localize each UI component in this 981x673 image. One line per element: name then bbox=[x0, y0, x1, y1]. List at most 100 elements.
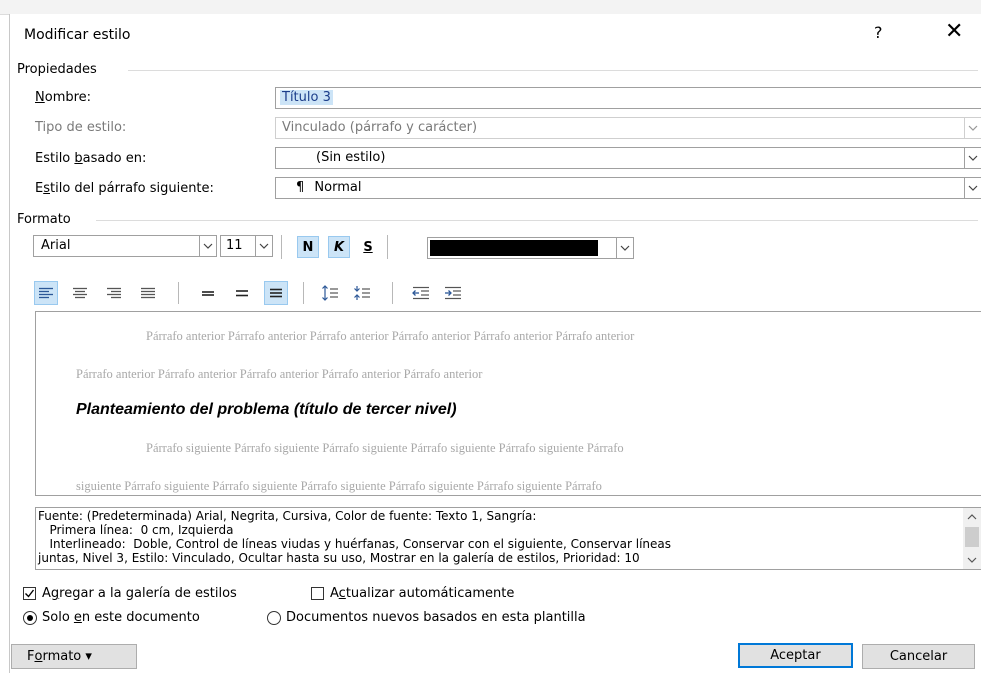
decrease-paragraph-spacing-button[interactable] bbox=[350, 281, 374, 305]
based-on-dropdown-button[interactable] bbox=[964, 148, 981, 168]
decrease-indent-button[interactable] bbox=[409, 281, 433, 305]
toolbar-separator bbox=[303, 282, 304, 304]
scrollbar-thumb[interactable] bbox=[965, 527, 979, 547]
decrease-paragraph-spacing-icon bbox=[354, 286, 370, 300]
increase-indent-icon bbox=[445, 286, 461, 300]
style-type-select: Vinculado (párrafo y carácter) bbox=[275, 117, 981, 139]
name-label-text: ombre: bbox=[44, 90, 92, 105]
based-on-label: Estilo basado en: bbox=[35, 151, 146, 166]
format-menu-button[interactable]: Fo rmato ▾ bbox=[11, 644, 137, 669]
toolbar-separator bbox=[392, 282, 393, 304]
style-name-input[interactable]: Título 3 bbox=[275, 87, 981, 109]
increase-paragraph-spacing-icon bbox=[322, 285, 338, 301]
justify-button[interactable] bbox=[136, 281, 160, 305]
style-type-value: Vinculado (párrafo y carácter) bbox=[282, 120, 478, 135]
font-color-dropdown-button[interactable] bbox=[616, 238, 633, 258]
scroll-up-icon[interactable] bbox=[967, 514, 977, 520]
auto-update-label[interactable]: Actualizar automáticamente bbox=[330, 586, 514, 601]
name-label: Nombre: bbox=[35, 90, 91, 105]
based-on-value: (Sin estilo) bbox=[316, 150, 386, 165]
chevron-down-icon bbox=[968, 155, 978, 161]
only-this-document-label[interactable]: Solo en este documento bbox=[42, 610, 200, 625]
italic-button[interactable]: K bbox=[328, 236, 350, 258]
paragraph-mark-icon: ¶ bbox=[296, 180, 305, 195]
close-icon[interactable]: ✕ bbox=[945, 19, 963, 44]
based-on-label-mnemonic: b bbox=[74, 151, 83, 166]
add-to-gallery-label[interactable]: Agregar a la galería de estilos bbox=[42, 586, 237, 601]
dialog-title: Modificar estilo bbox=[24, 27, 131, 43]
add-to-gallery-label-mnemonic: g bbox=[50, 586, 60, 601]
add-to-gallery-checkbox[interactable] bbox=[23, 587, 36, 600]
only-this-document-radio[interactable] bbox=[23, 611, 37, 625]
chevron-down-icon bbox=[620, 245, 630, 251]
format-menu-label-mnemonic: o bbox=[34, 649, 43, 664]
close-button[interactable]: ✕ bbox=[945, 19, 963, 44]
style-type-dropdown-button bbox=[964, 118, 981, 138]
align-center-icon bbox=[73, 287, 87, 299]
justify-icon bbox=[141, 287, 155, 299]
single-spacing-button[interactable] bbox=[196, 281, 220, 305]
font-size-select[interactable]: 11 bbox=[220, 235, 273, 257]
description-line: Interlineado: Doble, Control de líneas v… bbox=[38, 537, 672, 551]
next-paragraph-text: siguiente Párrafo siguiente Párrafo sigu… bbox=[76, 479, 602, 493]
decrease-indent-icon bbox=[412, 286, 429, 300]
new-documents-radio[interactable] bbox=[267, 611, 281, 625]
toolbar-separator bbox=[387, 235, 388, 259]
auto-update-label-pre: A bbox=[330, 586, 339, 601]
font-name-value: Arial bbox=[41, 238, 71, 253]
underline-button[interactable]: S bbox=[357, 236, 379, 258]
one-half-spacing-button[interactable] bbox=[230, 281, 254, 305]
next-style-dropdown-button[interactable] bbox=[964, 178, 981, 198]
new-documents-label[interactable]: Documentos nuevos basados en esta planti… bbox=[286, 610, 586, 625]
ok-button[interactable]: Aceptar bbox=[738, 643, 853, 668]
only-this-document-label-mnemonic: e bbox=[73, 610, 82, 625]
toolbar-separator bbox=[178, 282, 179, 304]
auto-update-label-text: tualizar automáticamente bbox=[345, 586, 515, 601]
next-style-label: Estilo del párrafo siguiente: bbox=[35, 181, 214, 196]
format-group-label: Formato bbox=[17, 212, 71, 227]
auto-update-checkbox[interactable] bbox=[311, 587, 324, 600]
only-this-document-label-text: n este documento bbox=[81, 610, 200, 625]
based-on-label-text: asado en: bbox=[82, 151, 147, 166]
chevron-down-icon bbox=[259, 243, 269, 249]
next-style-select[interactable]: ¶ Normal bbox=[275, 177, 981, 199]
font-name-select[interactable]: Arial bbox=[33, 235, 217, 257]
align-left-icon bbox=[39, 287, 53, 299]
description-scrollbar[interactable] bbox=[963, 508, 981, 569]
next-style-label-pre: E bbox=[35, 181, 44, 196]
font-name-dropdown-button[interactable] bbox=[199, 236, 216, 256]
next-style-value: Normal bbox=[314, 180, 362, 195]
font-color-select[interactable] bbox=[427, 237, 634, 259]
previous-paragraph-text: Párrafo anterior Párrafo anterior Párraf… bbox=[146, 329, 635, 343]
style-description-box: Fuente: (Predeterminada) Arial, Negrita,… bbox=[35, 507, 981, 570]
help-button[interactable]: ? bbox=[874, 23, 883, 42]
based-on-select[interactable]: (Sin estilo) bbox=[275, 147, 981, 169]
increase-indent-button[interactable] bbox=[441, 281, 465, 305]
previous-paragraph-text: Párrafo anterior Párrafo anterior Párraf… bbox=[76, 367, 483, 381]
style-name-value: Título 3 bbox=[280, 90, 333, 105]
only-this-document-label-pre: Solo bbox=[42, 610, 74, 625]
increase-paragraph-spacing-button[interactable] bbox=[318, 281, 342, 305]
font-size-value: 11 bbox=[226, 238, 243, 253]
bold-button[interactable]: N bbox=[297, 236, 319, 258]
radio-selected-dot bbox=[27, 615, 33, 621]
next-style-label-mnemonic: s bbox=[43, 181, 50, 196]
checkmark-icon bbox=[25, 589, 35, 598]
align-left-button[interactable] bbox=[34, 281, 58, 305]
description-line: Primera línea: 0 cm, Izquierda bbox=[38, 523, 234, 537]
scroll-down-icon[interactable] bbox=[967, 557, 977, 563]
align-right-icon bbox=[107, 287, 121, 299]
font-size-dropdown-button[interactable] bbox=[255, 236, 272, 256]
double-spacing-button[interactable] bbox=[264, 281, 288, 305]
font-color-swatch bbox=[430, 240, 598, 256]
add-to-gallery-label-text: regar a la galería de estilos bbox=[59, 586, 237, 601]
cancel-button[interactable]: Cancelar bbox=[862, 644, 975, 669]
align-right-button[interactable] bbox=[102, 281, 126, 305]
properties-divider bbox=[128, 70, 978, 71]
properties-group-label: Propiedades bbox=[17, 62, 97, 77]
single-spacing-icon bbox=[202, 291, 214, 296]
chevron-down-icon bbox=[968, 125, 978, 131]
modify-style-dialog: Modificar estilo ? ✕ Propiedades Nombre:… bbox=[9, 14, 981, 673]
preview-heading-text: Planteamiento del problema (título de te… bbox=[76, 401, 457, 418]
align-center-button[interactable] bbox=[68, 281, 92, 305]
